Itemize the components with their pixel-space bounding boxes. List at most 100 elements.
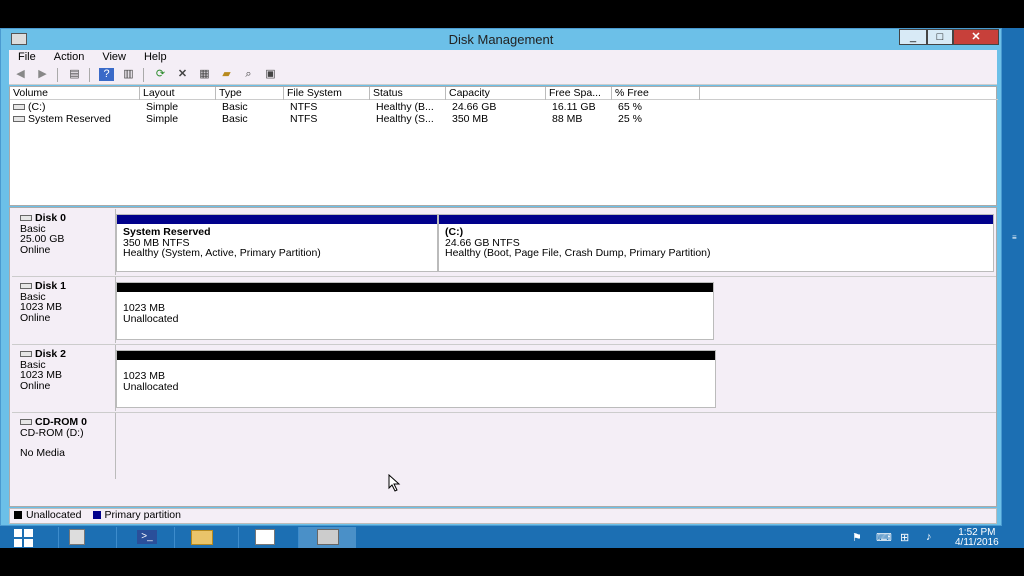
disk-icon <box>20 351 32 358</box>
col-capacity[interactable]: Capacity <box>446 87 546 100</box>
menu-help[interactable]: Help <box>135 50 176 64</box>
col-free-space[interactable]: Free Spa... <box>546 87 612 100</box>
disk-size: 1023 MB <box>20 301 63 313</box>
menu-action[interactable]: Action <box>45 50 94 64</box>
minimize-button[interactable]: _ <box>899 29 927 45</box>
maximize-button[interactable]: □ <box>927 29 953 45</box>
settings-icon[interactable]: ▦ <box>197 68 212 81</box>
delete-icon[interactable]: ✕ <box>175 68 190 81</box>
partition-system-reserved[interactable]: System Reserved 350 MB NTFS Healthy (Syste… <box>116 214 438 272</box>
cell-free-space: 88 MB <box>552 113 583 125</box>
desktop-edge: ≡ <box>1002 28 1024 526</box>
clock-time: 1:52 PM <box>958 527 996 538</box>
cdrom-icon <box>20 419 32 426</box>
title-bar: Disk Management _ □ ✕ <box>1 29 1001 49</box>
forward-icon[interactable]: ▶ <box>35 68 50 81</box>
cell-type: Basic <box>222 113 248 125</box>
search-icon[interactable]: ⌕ <box>241 68 256 81</box>
legend-swatch-primary <box>92 511 101 520</box>
taskbar: >_ ⚑ ⌨ ⊞ ♪ 1:52 PM 4/11/2016 <box>0 526 1024 548</box>
col-status[interactable]: Status <box>370 87 446 100</box>
refresh-icon[interactable]: ⟳ <box>153 68 168 81</box>
menu-view[interactable]: View <box>93 50 135 64</box>
cell-layout: Simple <box>146 113 179 125</box>
col-percent-free[interactable]: % Free <box>612 87 700 100</box>
cell-capacity: 350 MB <box>452 113 489 125</box>
tray-volume-icon[interactable]: ♪ <box>926 531 932 543</box>
partition-status: Healthy (System, Active, Primary Partiti… <box>123 247 321 259</box>
drive-icon <box>13 104 25 111</box>
tray-flag-icon[interactable]: ⚑ <box>852 531 862 544</box>
disk-state: Online <box>20 379 51 392</box>
cell-volume: (C:) <box>28 101 46 113</box>
clock-date: 4/11/2016 <box>955 538 999 546</box>
mmc-icon[interactable] <box>238 527 296 548</box>
cell-status: Healthy (S... <box>376 113 434 125</box>
disk-state: No Media <box>20 447 65 459</box>
window-title: Disk Management <box>448 32 554 47</box>
disk-size: 25.00 GB <box>20 233 65 245</box>
tray-keyboard-icon[interactable]: ⌨ <box>876 531 892 544</box>
disk-management-taskbar-icon[interactable] <box>298 527 356 548</box>
table-row[interactable]: (C:) Simple Basic NTFS Healthy (B... 24.… <box>10 101 998 113</box>
legend-label: Primary partition <box>104 509 181 522</box>
file-explorer-icon[interactable] <box>174 527 232 548</box>
disk-type: CD-ROM (D:) <box>20 426 84 439</box>
server-manager-icon[interactable] <box>58 527 116 548</box>
letterbox-top <box>0 0 1024 28</box>
table-row[interactable]: System Reserved Simple Basic NTFS Health… <box>10 113 998 125</box>
disk-icon[interactable]: ▣ <box>263 68 278 81</box>
back-icon[interactable]: ◀ <box>13 68 28 81</box>
properties-icon[interactable]: ▥ <box>121 68 136 81</box>
legend-label: Unallocated <box>26 509 82 522</box>
partition-disk1-unallocated[interactable]: 1023 MB Unallocated <box>116 282 714 340</box>
cdrom-0-info[interactable]: CD-ROM 0 CD-ROM (D:) No Media <box>12 413 116 479</box>
clock[interactable]: 1:52 PM 4/11/2016 <box>955 527 999 547</box>
disk-size: 1023 MB <box>20 369 63 381</box>
folder-open-icon[interactable]: ▰ <box>219 68 234 81</box>
partition-status: Healthy (Boot, Page File, Crash Dump, Pr… <box>445 247 711 259</box>
cell-free-space: 16.11 GB <box>552 101 596 113</box>
disk-icon <box>20 215 32 222</box>
partition-status: Unallocated <box>123 312 179 325</box>
start-button[interactable] <box>0 527 58 548</box>
partition-c[interactable]: (C:) 24.66 GB NTFS Healthy (Boot, Page Fil… <box>438 214 994 272</box>
disk-1-info[interactable]: Disk 1 Basic 1023 MB Online <box>12 277 116 343</box>
help-icon[interactable]: ? <box>99 68 114 81</box>
windows-logo-icon <box>14 529 33 547</box>
mouse-cursor-icon <box>388 474 401 492</box>
cell-volume: System Reserved <box>28 113 111 125</box>
menu-file[interactable]: File <box>9 50 45 64</box>
volume-list: Volume Layout Type File System Status Ca… <box>9 86 998 206</box>
col-volume[interactable]: Volume <box>10 87 140 100</box>
disk-management-window: Disk Management _ □ ✕ File Action View Help… <box>0 28 1002 526</box>
disk-state: Online <box>20 243 51 256</box>
disk-state: Online <box>20 311 51 324</box>
cell-file-system: NTFS <box>290 101 318 113</box>
toolbar: ◀ ▶ ▤ ? ▥ ⟳ ✕ ▦ ▰ ⌕ ▣ <box>9 65 997 85</box>
cell-layout: Simple <box>146 101 179 113</box>
scroll-grip-icon[interactable]: ≡ <box>1012 233 1020 242</box>
disk-0-info[interactable]: Disk 0 Basic 25.00 GB Online <box>12 209 116 275</box>
partition-status: Unallocated <box>123 380 179 393</box>
cell-status: Healthy (B... <box>376 101 434 113</box>
volume-list-header: Volume Layout Type File System Status Ca… <box>10 87 998 100</box>
disk-icon <box>20 283 32 290</box>
disk-2-info[interactable]: Disk 2 Basic 1023 MB Online <box>12 345 116 411</box>
close-button[interactable]: ✕ <box>953 29 999 45</box>
col-file-system[interactable]: File System <box>284 87 370 100</box>
console-tree-icon[interactable]: ▤ <box>67 68 82 81</box>
powershell-icon[interactable]: >_ <box>116 527 174 548</box>
menu-bar: File Action View Help <box>9 50 997 65</box>
drive-icon <box>13 116 25 123</box>
col-type[interactable]: Type <box>216 87 284 100</box>
tray-network-icon[interactable]: ⊞ <box>900 531 909 544</box>
letterbox-bottom <box>0 548 1024 576</box>
cell-percent-free: 65 % <box>618 101 642 113</box>
col-layout[interactable]: Layout <box>140 87 216 100</box>
disk-graphical-view: Disk 0 Basic 25.00 GB Online System Rese… <box>9 207 997 507</box>
cell-percent-free: 25 % <box>618 113 642 125</box>
legend: Unallocated Primary partition <box>9 508 997 524</box>
cell-type: Basic <box>222 101 248 113</box>
partition-disk2-unallocated[interactable]: 1023 MB Unallocated <box>116 350 716 408</box>
